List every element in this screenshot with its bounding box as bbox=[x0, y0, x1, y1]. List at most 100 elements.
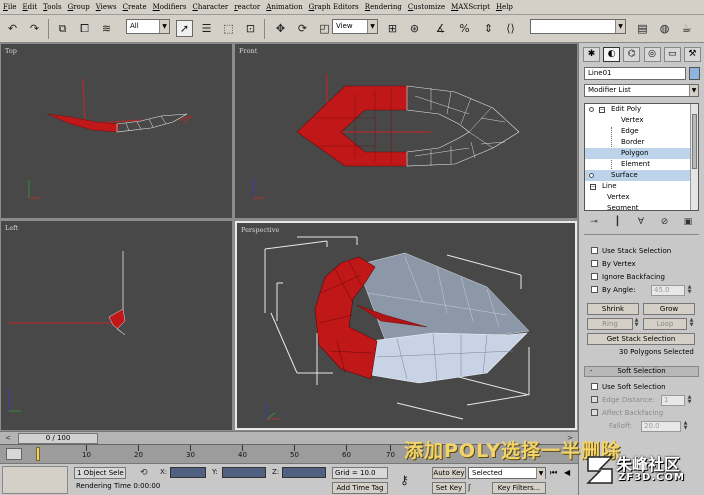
unlink-icon[interactable]: ⧠ bbox=[76, 20, 93, 37]
viewport-left[interactable]: Left bbox=[1, 221, 232, 430]
menu-maxscript[interactable]: MAXScript bbox=[448, 3, 493, 11]
previous-frame-icon[interactable]: ◀ bbox=[564, 467, 578, 479]
select-by-name-icon[interactable]: ☰ bbox=[198, 20, 215, 37]
light-bulb-icon[interactable] bbox=[589, 173, 594, 178]
modifier-list-dropdown[interactable]: Modifier List ▼ bbox=[584, 84, 699, 97]
stack-item-edge[interactable]: Edge bbox=[585, 126, 698, 137]
render-icon[interactable]: ☕ bbox=[678, 20, 695, 37]
by-angle-checkbox[interactable]: By Angle: bbox=[591, 285, 635, 296]
stack-item-line-vertex[interactable]: Vertex bbox=[585, 192, 698, 203]
maxscript-listener-box[interactable] bbox=[2, 466, 68, 494]
make-unique-icon[interactable]: ∀ bbox=[632, 216, 650, 229]
by-vertex-checkbox[interactable]: By Vertex bbox=[591, 259, 636, 270]
ignore-backfacing-checkbox[interactable]: Ignore Backfacing bbox=[591, 272, 665, 283]
hierarchy-tab-icon[interactable]: ⌬ bbox=[623, 47, 641, 62]
affect-backfacing-checkbox[interactable]: Affect Backfacing bbox=[591, 408, 663, 419]
mirror-icon[interactable]: ⟨⟩ bbox=[502, 20, 519, 37]
object-name-field[interactable]: Line01 bbox=[584, 67, 686, 80]
percent-snap-icon[interactable]: % bbox=[456, 20, 473, 37]
snap-icon[interactable]: ⊛ bbox=[406, 20, 423, 37]
angle-spinner[interactable]: 45.0 bbox=[651, 285, 685, 296]
configure-modifier-sets-icon[interactable]: ▣ bbox=[679, 216, 697, 229]
menu-edit[interactable]: Edit bbox=[19, 3, 40, 11]
soft-selection-rollout[interactable]: - Soft Selection bbox=[584, 366, 699, 377]
spinner-arrows-icon[interactable]: ▲ ▼ bbox=[686, 395, 693, 406]
edge-distance-spinner[interactable]: 1 bbox=[661, 395, 685, 406]
angle-snap-icon[interactable]: ∡ bbox=[432, 20, 449, 37]
modify-tab-icon[interactable]: ◐ bbox=[603, 47, 621, 62]
ring-button[interactable]: Ring bbox=[587, 318, 633, 330]
use-soft-selection-checkbox[interactable]: Use Soft Selection bbox=[591, 382, 666, 393]
spinner-arrows-icon[interactable]: ▲ ▼ bbox=[633, 318, 640, 329]
menu-group[interactable]: Group bbox=[65, 3, 93, 11]
loop-button[interactable]: Loop bbox=[643, 318, 687, 330]
menu-help[interactable]: Help bbox=[493, 3, 516, 11]
display-tab-icon[interactable]: ▭ bbox=[663, 47, 681, 62]
edge-distance-checkbox[interactable]: Edge Distance: bbox=[591, 395, 655, 406]
show-end-result-icon[interactable]: ┃ bbox=[609, 216, 627, 229]
named-selection-dropdown[interactable]: ▼ bbox=[530, 19, 626, 34]
align-icon[interactable]: ▤ bbox=[634, 20, 651, 37]
move-icon[interactable]: ✥ bbox=[272, 20, 289, 37]
menu-customize[interactable]: Customize bbox=[405, 3, 448, 11]
grow-button[interactable]: Grow bbox=[643, 303, 695, 315]
viewport-front[interactable]: Front bbox=[235, 44, 577, 218]
falloff-spinner[interactable]: 20.0 bbox=[641, 421, 681, 432]
window-crossing-icon[interactable]: ⊡ bbox=[242, 20, 259, 37]
key-mode-icon[interactable]: ʃ bbox=[468, 482, 488, 494]
auto-key-button[interactable]: Auto Key bbox=[432, 467, 466, 479]
object-color-swatch[interactable] bbox=[689, 67, 700, 80]
menu-graph-editors[interactable]: Graph Editors bbox=[306, 3, 362, 11]
menu-create[interactable]: Create bbox=[120, 3, 150, 11]
use-stack-selection-checkbox[interactable]: Use Stack Selection bbox=[591, 246, 671, 257]
light-bulb-icon[interactable] bbox=[589, 107, 594, 112]
viewport-top[interactable]: Top bbox=[1, 44, 232, 218]
set-key-button[interactable]: Set Key bbox=[432, 482, 466, 494]
z-coordinate-field[interactable] bbox=[282, 467, 326, 478]
collapse-icon[interactable]: − bbox=[599, 107, 605, 113]
undo-icon[interactable]: ↶ bbox=[4, 20, 21, 37]
shrink-button[interactable]: Shrink bbox=[587, 303, 639, 315]
mini-curve-editor-icon[interactable] bbox=[6, 448, 22, 460]
key-filters-button[interactable]: Key Filters... bbox=[492, 482, 546, 494]
menu-views[interactable]: Views bbox=[93, 3, 120, 11]
menu-tools[interactable]: Tools bbox=[40, 3, 64, 11]
pivot-icon[interactable]: ⊞ bbox=[384, 20, 401, 37]
spinner-arrows-icon[interactable]: ▲ ▼ bbox=[686, 285, 693, 296]
spinner-arrows-icon[interactable]: ▲ ▼ bbox=[688, 318, 695, 329]
coord-system-dropdown[interactable]: View ▼ bbox=[332, 19, 378, 34]
key-filter-selected-dropdown[interactable]: Selected ▼ bbox=[468, 467, 546, 479]
y-coordinate-field[interactable] bbox=[222, 467, 266, 478]
link-icon[interactable]: ⧉ bbox=[54, 20, 71, 37]
stack-item-element[interactable]: Element bbox=[585, 159, 698, 170]
add-time-tag-button[interactable]: Add Time Tag bbox=[332, 482, 388, 494]
get-stack-selection-button[interactable]: Get Stack Selection bbox=[587, 333, 695, 345]
remove-modifier-icon[interactable]: ⊘ bbox=[656, 216, 674, 229]
utilities-tab-icon[interactable]: ⚒ bbox=[683, 47, 701, 62]
x-coordinate-field[interactable] bbox=[170, 467, 206, 478]
collapse-icon[interactable]: − bbox=[590, 184, 596, 190]
menu-animation[interactable]: Animation bbox=[263, 3, 305, 11]
pin-stack-icon[interactable]: ⊸ bbox=[585, 216, 603, 229]
redo-icon[interactable]: ↷ bbox=[26, 20, 43, 37]
stack-item-segment[interactable]: Segment bbox=[585, 203, 698, 210]
lock-selection-icon[interactable]: ⟲ bbox=[140, 467, 154, 479]
region-select-icon[interactable]: ⬚ bbox=[220, 20, 237, 37]
create-tab-icon[interactable]: ✱ bbox=[583, 47, 600, 62]
stack-item-vertex[interactable]: Vertex bbox=[585, 115, 698, 126]
viewport-perspective[interactable]: Perspective bbox=[235, 221, 577, 430]
select-icon[interactable]: ➚ bbox=[176, 20, 193, 37]
menu-file[interactable]: File bbox=[0, 3, 19, 11]
spinner-snap-icon[interactable]: ⇕ bbox=[480, 20, 497, 37]
material-editor-icon[interactable]: ◍ bbox=[656, 20, 673, 37]
stack-item-edit-poly[interactable]: − Edit Poly bbox=[585, 104, 698, 115]
menu-character[interactable]: Character bbox=[189, 3, 231, 11]
go-to-start-icon[interactable]: ⏮ bbox=[550, 467, 564, 479]
key-icon[interactable]: ⚷ bbox=[400, 472, 424, 488]
chevron-left-icon[interactable]: < bbox=[2, 433, 14, 444]
stack-item-polygon[interactable]: Polygon bbox=[585, 148, 698, 159]
motion-tab-icon[interactable]: ◎ bbox=[643, 47, 661, 62]
menu-reactor[interactable]: reactor bbox=[231, 3, 263, 11]
menu-rendering[interactable]: Rendering bbox=[362, 3, 405, 11]
stack-item-line[interactable]: − Line bbox=[585, 181, 698, 192]
